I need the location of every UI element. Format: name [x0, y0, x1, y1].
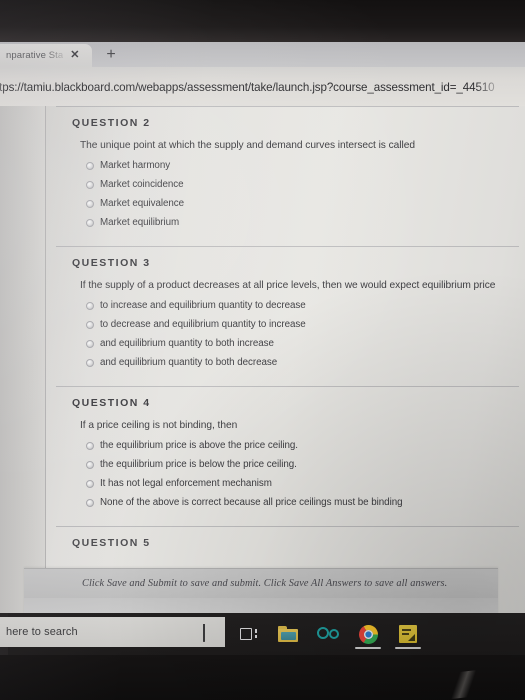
radio-button-icon[interactable]	[86, 181, 94, 189]
save-submit-instructions: Click Save and Submit to save and submit…	[82, 578, 448, 589]
radio-button-icon[interactable]	[86, 480, 94, 488]
answer-option[interactable]: the equilibrium price is above the price…	[64, 436, 507, 455]
answer-option-label: and equilibrium quantity to both increas…	[100, 338, 274, 349]
browser-tabstrip: nparative Sta ✕ +	[0, 42, 525, 67]
answer-option[interactable]: the equilibrium price is below the price…	[64, 455, 507, 474]
bezel-glare	[441, 670, 479, 700]
radio-button-icon[interactable]	[86, 219, 94, 227]
answer-option-label: Market equilibrium	[100, 217, 180, 228]
answer-option-label: to increase and equilibrium quantity to …	[100, 300, 306, 311]
answer-option[interactable]: Market coincidence	[64, 175, 507, 194]
taskbar-item-file-explorer[interactable]	[268, 613, 308, 655]
question-block-3: QUESTION 3 If the supply of a product de…	[46, 246, 525, 372]
sticky-note-icon	[399, 625, 417, 643]
save-submit-bar: Click Save and Submit to save and submit…	[24, 568, 498, 613]
question-header: QUESTION 5	[72, 537, 151, 549]
new-tab-icon[interactable]: +	[100, 45, 122, 65]
chrome-icon	[358, 624, 378, 644]
answer-option[interactable]: and equilibrium quantity to both increas…	[64, 334, 507, 353]
taskbar-item-task-view[interactable]	[228, 613, 268, 655]
folder-icon	[278, 626, 298, 642]
answer-option-label: It has not legal enforcement mechanism	[100, 478, 272, 489]
taskbar-tray	[228, 613, 428, 655]
taskbar-item-google-chrome[interactable]	[348, 613, 388, 655]
question-block-5: QUESTION 5	[46, 526, 525, 549]
radio-button-icon[interactable]	[86, 359, 94, 367]
answer-option[interactable]: None of the above is correct because all…	[64, 493, 507, 512]
taskbar-search-input[interactable]: here to search	[0, 617, 225, 647]
screen-photo: nparative Sta ✕ + ttps://tamiu.blackboar…	[0, 0, 525, 700]
address-bar-url: ttps://tamiu.blackboard.com/webapps/asse…	[0, 81, 495, 94]
answer-option[interactable]: Market equivalence	[64, 194, 507, 213]
answer-option[interactable]: and equilibrium quantity to both decreas…	[64, 353, 507, 372]
answer-option-label: the equilibrium price is below the price…	[100, 459, 297, 470]
page-left-gutter	[0, 106, 46, 613]
browser-address-bar[interactable]: ttps://tamiu.blackboard.com/webapps/asse…	[0, 67, 525, 108]
question-block-4: QUESTION 4 If a price ceiling is not bin…	[46, 386, 525, 512]
answer-option-label: Market harmony	[100, 160, 171, 171]
radio-button-icon[interactable]	[86, 302, 94, 310]
question-header: QUESTION 3	[72, 257, 151, 269]
answer-option[interactable]: It has not legal enforcement mechanism	[64, 474, 507, 493]
question-stem: The unique point at which the supply and…	[80, 140, 415, 151]
save-bar-base	[24, 598, 498, 613]
question-separator	[56, 386, 519, 387]
answer-option-label: Market equivalence	[100, 198, 185, 209]
answer-option-label: and equilibrium quantity to both decreas…	[100, 357, 278, 368]
radio-button-icon[interactable]	[86, 340, 94, 348]
radio-button-icon[interactable]	[86, 200, 94, 208]
answer-option[interactable]: Market harmony	[64, 156, 507, 175]
answer-option[interactable]: Market equilibrium	[64, 213, 507, 232]
edge-infinity-icon	[317, 627, 339, 641]
search-placeholder-label: here to search	[6, 626, 78, 638]
question-stem: If a price ceiling is not binding, then	[80, 420, 238, 431]
close-icon[interactable]: ✕	[70, 50, 79, 61]
radio-button-icon[interactable]	[86, 321, 94, 329]
radio-button-icon[interactable]	[86, 461, 94, 469]
browser-tab-title: nparative Sta	[6, 50, 64, 61]
question-separator	[56, 246, 519, 247]
question-stem: If the supply of a product decreases at …	[80, 280, 496, 291]
browser-tab-active[interactable]: nparative Sta ✕	[0, 44, 92, 67]
taskbar-item-microsoft-edge[interactable]	[308, 613, 348, 655]
windows-taskbar: here to search	[0, 613, 525, 655]
microphone-icon[interactable]	[203, 624, 213, 642]
question-header: QUESTION 4	[72, 397, 151, 409]
answer-option-label: Market coincidence	[100, 179, 184, 190]
radio-button-icon[interactable]	[86, 162, 94, 170]
question-block-2: QUESTION 2 The unique point at which the…	[46, 106, 525, 232]
answer-option-label: the equilibrium price is above the price…	[100, 440, 298, 451]
page-viewport: QUESTION 2 The unique point at which the…	[0, 106, 525, 613]
browser-chrome: nparative Sta ✕ + ttps://tamiu.blackboar…	[0, 42, 525, 108]
answer-option-label: to decrease and equilibrium quantity to …	[100, 319, 306, 330]
monitor-bezel-top	[0, 0, 525, 44]
answer-option-label: None of the above is correct because all…	[100, 497, 403, 508]
answer-option[interactable]: to decrease and equilibrium quantity to …	[64, 315, 507, 334]
task-view-icon	[239, 627, 257, 641]
answer-option[interactable]: to increase and equilibrium quantity to …	[64, 296, 507, 315]
assessment-content: QUESTION 2 The unique point at which the…	[46, 106, 525, 613]
question-separator	[56, 106, 519, 107]
taskbar-item-sticky-notes[interactable]	[388, 613, 428, 655]
radio-button-icon[interactable]	[86, 442, 94, 450]
radio-button-icon[interactable]	[86, 499, 94, 507]
question-header: QUESTION 2	[72, 117, 151, 129]
